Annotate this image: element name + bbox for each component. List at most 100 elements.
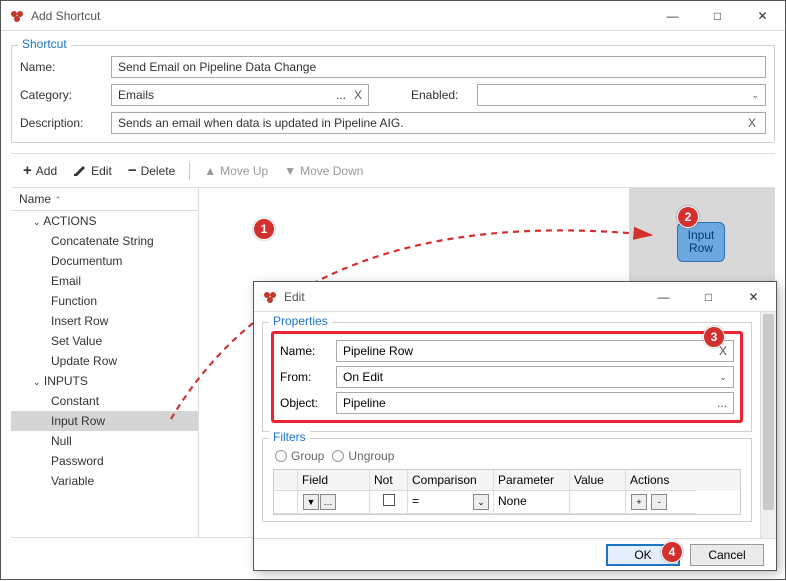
chevron-down-icon: ⌄ <box>719 372 727 383</box>
remove-filter-button[interactable]: - <box>651 494 667 510</box>
th-comparison: Comparison <box>408 470 494 491</box>
edit-button[interactable]: Edit <box>67 159 118 182</box>
shortcut-legend: Shortcut <box>18 37 71 51</box>
tree-item[interactable]: Password <box>11 451 198 471</box>
tree-group-actions[interactable]: ⌄ ACTIONS <box>11 211 198 231</box>
field-cell[interactable]: ▼… <box>298 491 370 514</box>
ungroup-button[interactable]: Ungroup <box>332 449 394 463</box>
dialog-title: Edit <box>284 290 641 304</box>
th-value: Value <box>570 470 626 491</box>
tree-item[interactable]: Email <box>11 271 198 291</box>
movedown-button[interactable]: ▼Move Down <box>278 161 369 181</box>
dropdown-icon[interactable]: ▼ <box>303 494 319 510</box>
checkbox-icon[interactable] <box>383 494 395 506</box>
browse-icon[interactable]: … <box>320 494 336 510</box>
pencil-icon <box>73 162 87 179</box>
th-field: Field <box>298 470 370 491</box>
minus-icon: − <box>128 162 137 179</box>
browse-icon[interactable]: ... <box>717 396 727 410</box>
dialog-footer: OK Cancel <box>254 538 776 570</box>
category-input[interactable]: Emails ... X <box>111 84 369 106</box>
name-label: Name: <box>20 60 105 74</box>
tree-item[interactable]: Update Row <box>11 351 198 371</box>
plus-icon: + <box>23 162 32 179</box>
th-not: Not <box>370 470 408 491</box>
link-icon <box>275 450 287 462</box>
tree-header[interactable]: Name ⌃ <box>11 188 198 211</box>
prop-from-select[interactable]: On Edit⌄ <box>336 366 734 388</box>
maximize-button[interactable]: □ <box>695 1 740 31</box>
tree-group-inputs[interactable]: ⌄ INPUTS <box>11 371 198 391</box>
description-clear-icon[interactable]: X <box>745 116 759 130</box>
sort-asc-icon: ⌃ <box>54 195 62 205</box>
edit-dialog: Edit — □ ✕ Properties Name:Pipeline RowX… <box>253 281 777 571</box>
filters-legend: Filters <box>269 430 310 444</box>
toolbar: +Add Edit −Delete ▲Move Up ▼Move Down <box>11 153 775 188</box>
filters-table: Field Not Comparison Parameter Value Act… <box>273 469 741 515</box>
dialog-close-button[interactable]: ✕ <box>731 282 776 312</box>
chevron-down-icon: ⌄ <box>33 217 41 227</box>
add-filter-button[interactable]: + <box>631 494 647 510</box>
prop-name-input[interactable]: Pipeline RowX <box>336 340 734 362</box>
tree-item-selected[interactable]: Input Row <box>11 411 198 431</box>
tree-item[interactable]: Set Value <box>11 331 198 351</box>
th-blank <box>274 470 298 491</box>
category-browse-icon[interactable]: ... <box>336 88 346 102</box>
toolbar-separator <box>189 162 190 180</box>
tree-item[interactable]: Function <box>11 291 198 311</box>
node-input-row[interactable]: Input Row <box>677 222 725 262</box>
enabled-label: Enabled: <box>411 88 471 102</box>
category-clear-icon[interactable]: X <box>354 88 362 102</box>
th-parameter: Parameter <box>494 470 570 491</box>
dialog-scrollbar[interactable] <box>760 312 776 538</box>
category-label: Category: <box>20 88 105 102</box>
close-button[interactable]: ✕ <box>740 1 785 31</box>
dialog-maximize-button[interactable]: □ <box>686 282 731 312</box>
comparison-cell[interactable]: =⌄ <box>408 491 494 514</box>
app-icon <box>262 289 278 305</box>
parameter-cell[interactable]: None <box>494 491 570 514</box>
chevron-down-icon: ⌄ <box>33 377 41 387</box>
properties-highlight: Name:Pipeline RowX From:On Edit⌄ Object:… <box>271 331 743 423</box>
name-value: Send Email on Pipeline Data Change <box>118 60 316 74</box>
window-title: Add Shortcut <box>31 9 650 23</box>
prop-object-input[interactable]: Pipeline... <box>336 392 734 414</box>
triangle-down-icon: ▼ <box>284 164 296 178</box>
properties-legend: Properties <box>269 314 332 328</box>
add-button[interactable]: +Add <box>17 159 63 182</box>
step-badge-3: 3 <box>703 326 725 348</box>
step-badge-2: 2 <box>677 206 699 228</box>
delete-button[interactable]: −Delete <box>122 159 181 182</box>
properties-fieldset: Properties Name:Pipeline RowX From:On Ed… <box>262 322 752 432</box>
dropdown-icon[interactable]: ⌄ <box>473 494 489 510</box>
prop-from-label: From: <box>280 370 336 384</box>
titlebar: Add Shortcut — □ ✕ <box>1 1 785 31</box>
tree-item[interactable]: Constant <box>11 391 198 411</box>
group-button[interactable]: Group <box>275 449 324 463</box>
cancel-button[interactable]: Cancel <box>690 544 764 566</box>
not-cell[interactable] <box>370 491 408 514</box>
description-input[interactable]: Sends an email when data is updated in P… <box>111 112 766 134</box>
tree-panel: Name ⌃ ⌄ ACTIONS Concatenate String Docu… <box>11 188 199 537</box>
filters-fieldset: Filters Group Ungroup Field Not Comparis… <box>262 438 752 522</box>
minimize-button[interactable]: — <box>650 1 695 31</box>
scroll-thumb[interactable] <box>763 314 774 510</box>
shortcut-fieldset: Shortcut Name: Send Email on Pipeline Da… <box>11 45 775 143</box>
tree-item[interactable]: Documentum <box>11 251 198 271</box>
tree-item[interactable]: Insert Row <box>11 311 198 331</box>
step-badge-4: 4 <box>661 541 683 563</box>
description-value: Sends an email when data is updated in P… <box>118 116 404 130</box>
prop-object-label: Object: <box>280 396 336 410</box>
moveup-button[interactable]: ▲Move Up <box>198 161 274 181</box>
enabled-select[interactable]: ⌄ <box>477 84 766 106</box>
description-label: Description: <box>20 116 105 130</box>
th-actions: Actions <box>626 470 696 491</box>
value-cell[interactable] <box>570 491 626 514</box>
tree-item[interactable]: Variable <box>11 471 198 491</box>
tree-item[interactable]: Concatenate String <box>11 231 198 251</box>
unlink-icon <box>332 450 344 462</box>
name-input[interactable]: Send Email on Pipeline Data Change <box>111 56 766 78</box>
category-value: Emails <box>118 88 154 102</box>
dialog-minimize-button[interactable]: — <box>641 282 686 312</box>
tree-item[interactable]: Null <box>11 431 198 451</box>
